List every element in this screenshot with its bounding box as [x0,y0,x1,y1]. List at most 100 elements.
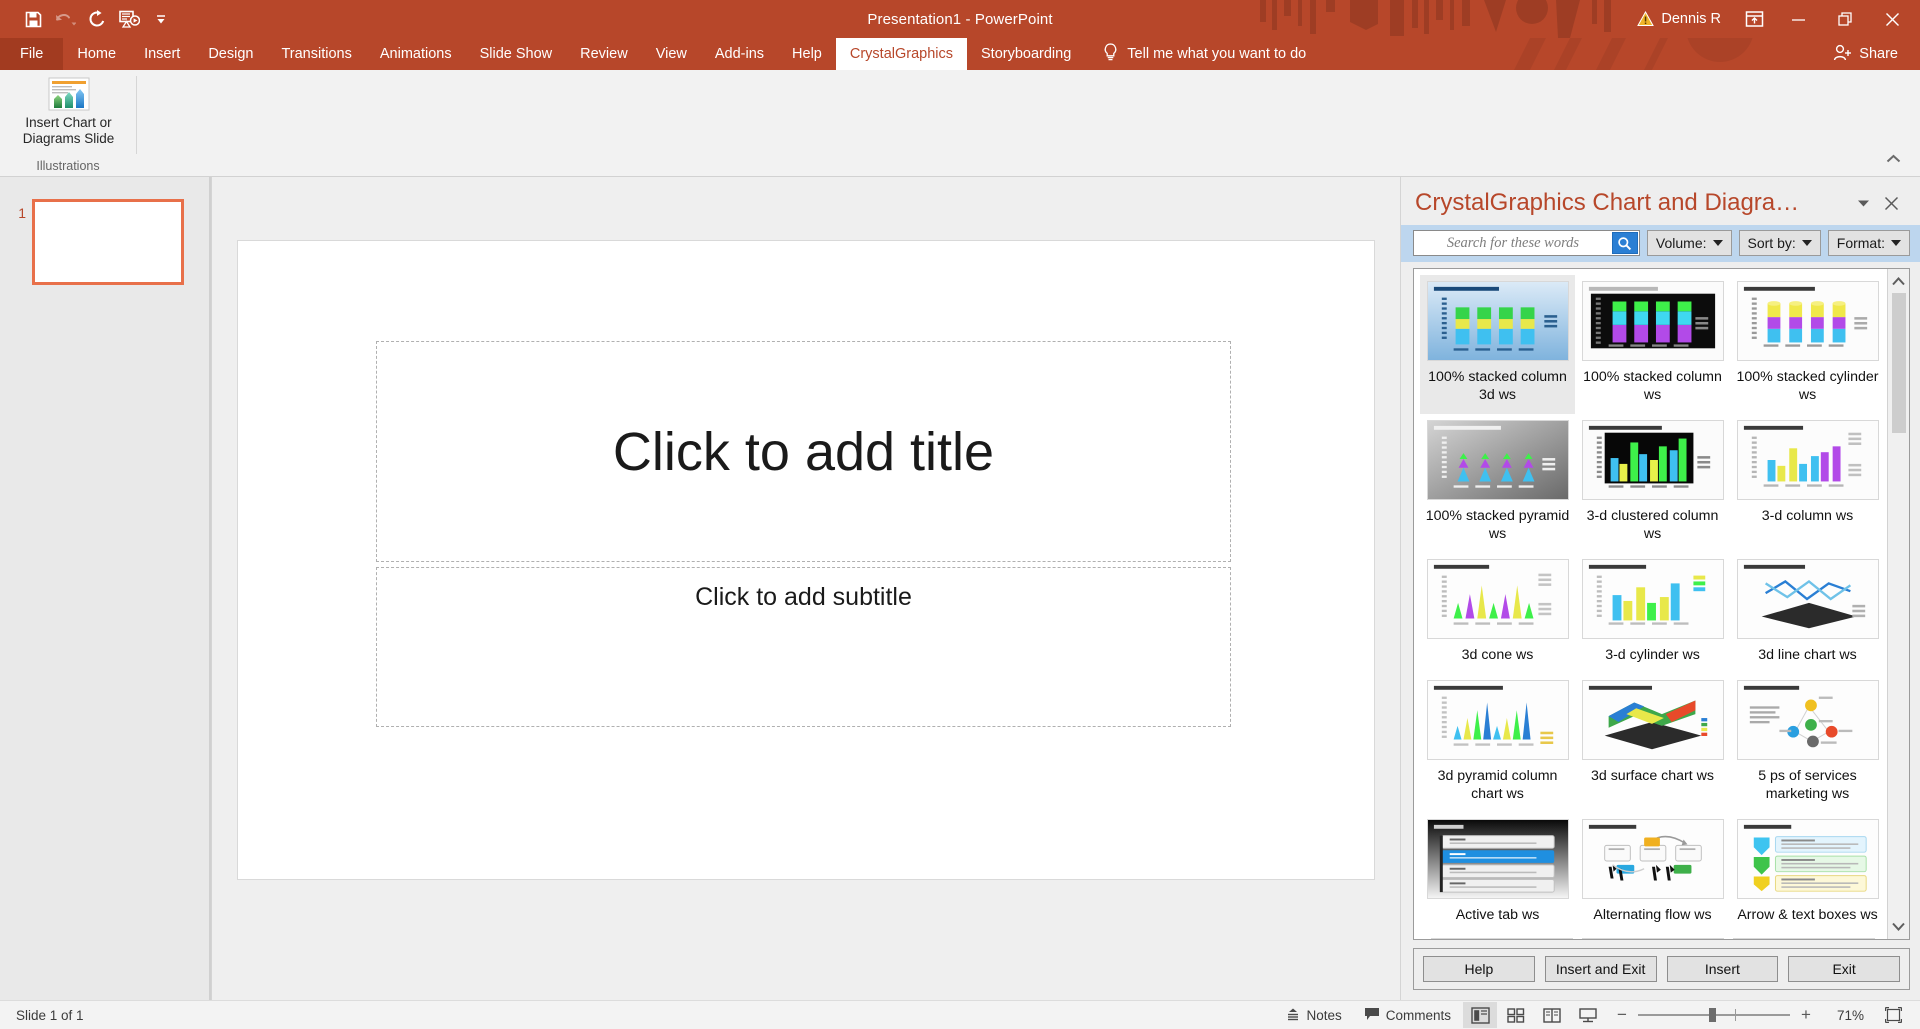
undo-icon[interactable] [50,5,80,33]
template-tile[interactable]: Active tab ws [1420,813,1575,934]
tab-storyboarding[interactable]: Storyboarding [967,38,1085,70]
tab-file[interactable]: File [0,38,64,70]
start-presentation-icon[interactable] [114,5,144,33]
template-thumbnail[interactable] [1426,819,1569,899]
help-button[interactable]: Help [1423,956,1535,982]
template-thumbnail[interactable] [1581,938,1724,939]
account-info[interactable]: Dennis R [1631,10,1733,27]
tab-help[interactable]: Help [778,38,836,70]
tab-add-ins[interactable]: Add-ins [701,38,778,70]
tell-me-search[interactable]: Tell me what you want to do [1085,38,1320,70]
template-tile[interactable]: 3d line chart ws [1730,553,1885,674]
zoom-slider-midpoint [1735,1009,1737,1021]
save-icon[interactable] [18,5,48,33]
template-thumbnail[interactable] [1736,819,1879,899]
template-tile[interactable]: 3-d cylinder ws [1575,553,1730,674]
template-thumbnail[interactable] [1581,420,1724,500]
template-tile[interactable]: 100% stacked column 3d ws [1420,275,1575,414]
sort-by-dropdown[interactable]: Sort by: [1738,230,1821,256]
exit-button[interactable]: Exit [1788,956,1900,982]
view-slide-show[interactable] [1571,1002,1605,1028]
search-box[interactable] [1413,230,1640,256]
minimize-button[interactable] [1775,0,1822,38]
template-tile[interactable]: 100% stacked pyramid ws [1420,414,1575,553]
template-thumbnail[interactable] [1426,420,1569,500]
insert-and-exit-button[interactable]: Insert and Exit [1544,956,1657,982]
tab-crystalgraphics[interactable]: CrystalGraphics [835,38,967,70]
notes-button[interactable]: Notes [1276,1002,1351,1028]
template-thumbnail[interactable] [1736,281,1879,361]
task-pane-close-icon[interactable] [1876,190,1906,216]
thumbnail-pane-scrollbar[interactable] [209,177,211,1000]
view-slide-sorter[interactable] [1499,1002,1533,1028]
template-tile[interactable]: 3-d clustered column ws [1575,414,1730,553]
slide-indicator[interactable]: Slide 1 of 1 [6,1008,84,1023]
template-tile[interactable]: 3d cone ws [1420,553,1575,674]
view-normal[interactable] [1463,1002,1497,1028]
tab-review[interactable]: Review [566,38,642,70]
template-thumbnail[interactable] [1736,559,1879,639]
tab-insert[interactable]: Insert [130,38,194,70]
comments-button[interactable]: Comments [1354,1002,1461,1028]
search-icon[interactable] [1611,232,1638,254]
template-thumbnail[interactable] [1426,680,1569,760]
title-placeholder[interactable]: Click to add title [376,341,1231,562]
tab-animations[interactable]: Animations [366,38,466,70]
zoom-slider[interactable] [1638,1008,1790,1022]
tab-transitions[interactable]: Transitions [267,38,365,70]
template-thumbnail[interactable] [1581,281,1724,361]
format-dropdown[interactable]: Format: [1827,230,1910,256]
zoom-slider-handle[interactable] [1709,1008,1717,1022]
view-reading[interactable] [1535,1002,1569,1028]
template-thumbnail[interactable] [1736,420,1879,500]
template-tile[interactable]: 3d pyramid column chart ws [1420,674,1575,813]
customize-qat-icon[interactable] [146,5,176,33]
zoom-level-label[interactable]: 71% [1822,1008,1864,1023]
close-button[interactable] [1869,0,1916,38]
scroll-up-icon[interactable] [1892,272,1905,291]
gallery-scrollbar[interactable] [1887,269,1909,939]
template-caption: Active tab ws [1455,907,1540,923]
search-input[interactable] [1414,231,1612,255]
template-thumbnail[interactable] [1736,680,1879,760]
tab-design[interactable]: Design [194,38,267,70]
template-thumbnail[interactable] [1581,559,1724,639]
template-tile[interactable]: Arrow & text boxes ws [1730,813,1885,934]
slide-thumbnail-preview[interactable] [32,199,184,285]
quick-access-toolbar[interactable] [0,5,176,33]
volume-dropdown[interactable]: Volume: [1646,230,1732,256]
share-button[interactable]: Share [1821,38,1920,70]
template-tile[interactable]: 5 ps of services marketing ws [1730,674,1885,813]
redo-icon[interactable] [82,5,112,33]
collapse-ribbon-icon[interactable] [1880,148,1906,170]
zoom-out-button[interactable]: − [1615,1005,1629,1025]
task-pane-options-icon[interactable] [1850,190,1876,216]
insert-button[interactable]: Insert [1666,956,1779,982]
template-thumbnail[interactable] [1430,938,1573,939]
scrollbar-thumb[interactable] [1891,293,1906,433]
zoom-control[interactable]: − + 71% [1607,1005,1872,1025]
slide-thumbnail-item[interactable]: 1 [0,177,211,285]
tab-slide-show[interactable]: Slide Show [466,38,567,70]
template-tile[interactable]: 100% stacked column ws [1575,275,1730,414]
template-thumbnail[interactable] [1581,680,1724,760]
template-thumbnail[interactable] [1732,938,1875,939]
template-thumbnail[interactable] [1581,819,1724,899]
fit-to-window-button[interactable] [1880,1002,1906,1028]
scroll-down-icon[interactable] [1892,917,1905,936]
subtitle-placeholder[interactable]: Click to add subtitle [376,567,1231,727]
tab-view[interactable]: View [642,38,701,70]
template-thumbnail[interactable] [1426,281,1569,361]
tab-review-label: Review [580,46,628,62]
template-tile[interactable]: 3-d column ws [1730,414,1885,553]
template-tile[interactable]: 3d surface chart ws [1575,674,1730,813]
restore-button[interactable] [1822,0,1869,38]
template-thumbnail[interactable] [1426,559,1569,639]
template-tile[interactable]: Alternating flow ws [1575,813,1730,934]
tab-home[interactable]: Home [63,38,130,70]
ribbon-display-options-icon[interactable] [1733,2,1775,36]
insert-chart-or-diagrams-slide-button[interactable]: Insert Chart or Diagrams Slide [7,70,131,147]
slide-canvas[interactable]: Click to add title Click to add subtitle [238,241,1374,879]
template-tile[interactable]: 100% stacked cylinder ws [1730,275,1885,414]
zoom-in-button[interactable]: + [1799,1005,1813,1025]
